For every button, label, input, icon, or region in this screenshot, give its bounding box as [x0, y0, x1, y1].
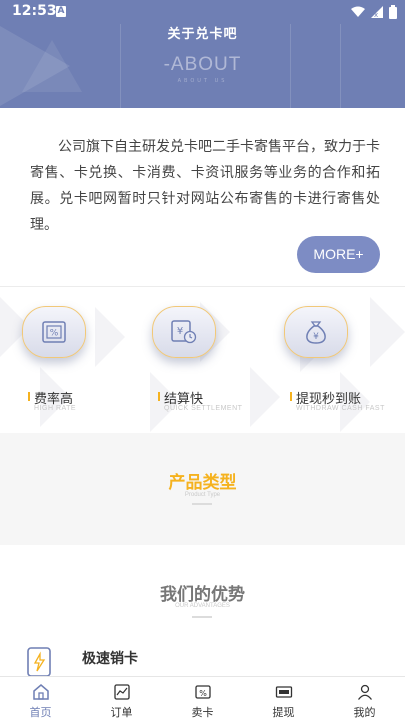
section-title: 产品类型: [168, 473, 237, 493]
feature-fast-withdraw: ¥ 提现秒到账 WITHDRAW CASH FAST: [284, 306, 404, 426]
sell-card-icon: %: [194, 685, 211, 699]
fast-sell-card-icon: [24, 645, 56, 679]
status-time: 12:53: [12, 3, 57, 19]
product-type-section: 产品类型 Product Type: [0, 433, 405, 545]
section-subtitle: Product Type: [184, 492, 221, 498]
section-underline: [192, 503, 212, 505]
page-title: 关于兑卡吧: [167, 27, 238, 42]
advantage-label: 极速销卡: [82, 651, 138, 667]
feature-quick-settlement: ¥ 结算快 QUICK SETTLEMENT: [152, 306, 272, 426]
nav-item-orders[interactable]: 订单: [81, 677, 162, 720]
nav-label: 首页: [29, 706, 52, 719]
nav-label: 订单: [110, 706, 133, 719]
feature-en-label: QUICK SETTLEMENT: [164, 405, 243, 412]
header-subtitle-small: ABOUT US: [177, 78, 228, 84]
svg-text:¥: ¥: [313, 332, 319, 342]
nav-item-home[interactable]: 首页: [0, 677, 81, 720]
nav-item-profile[interactable]: 我的: [324, 677, 405, 720]
nav-item-withdraw[interactable]: 提现: [243, 677, 324, 720]
status-bar: 12:53 A x: [0, 0, 405, 24]
nav-label: 我的: [353, 706, 376, 719]
feature-high-rate: % 费率高 HIGH RATE: [22, 306, 142, 426]
svg-text:%: %: [50, 329, 59, 339]
header-subtitle: -ABOUT: [163, 54, 242, 75]
section-title: 我们的优势: [160, 585, 245, 605]
svg-text:x: x: [374, 11, 378, 18]
wifi-icon: [351, 6, 365, 17]
home-icon: [32, 684, 49, 700]
svg-text:¥: ¥: [177, 326, 183, 337]
nav-label: 卖卡: [191, 706, 214, 719]
bottom-nav: 首页 订单 % 卖卡 提现 我的: [0, 676, 405, 720]
more-button[interactable]: MORE+: [297, 236, 380, 273]
feature-en-label: WITHDRAW CASH FAST: [296, 405, 385, 412]
notification-icon: A: [56, 6, 66, 17]
nav-label: 提现: [272, 706, 295, 719]
withdraw-icon: [275, 686, 292, 698]
about-text: 公司旗下自主研发兑卡吧二手卡寄售平台，致力于卡寄售、卡兑换、卡消费、卡资讯服务等…: [30, 139, 380, 233]
user-icon: [357, 684, 372, 700]
orders-icon: [113, 684, 130, 700]
feature-en-label: HIGH RATE: [34, 405, 77, 412]
percent-card-icon: %: [22, 306, 86, 358]
money-bag-icon: ¥: [284, 306, 348, 358]
section-subtitle: OUR ADVANTAGES: [175, 603, 230, 609]
battery-icon: [389, 5, 397, 19]
nav-item-sell-card[interactable]: % 卖卡: [162, 677, 243, 720]
signal-icon: x: [371, 6, 383, 18]
section-underline: [192, 616, 212, 618]
yen-clock-icon: ¥: [152, 306, 216, 358]
svg-text:%: %: [199, 689, 207, 698]
